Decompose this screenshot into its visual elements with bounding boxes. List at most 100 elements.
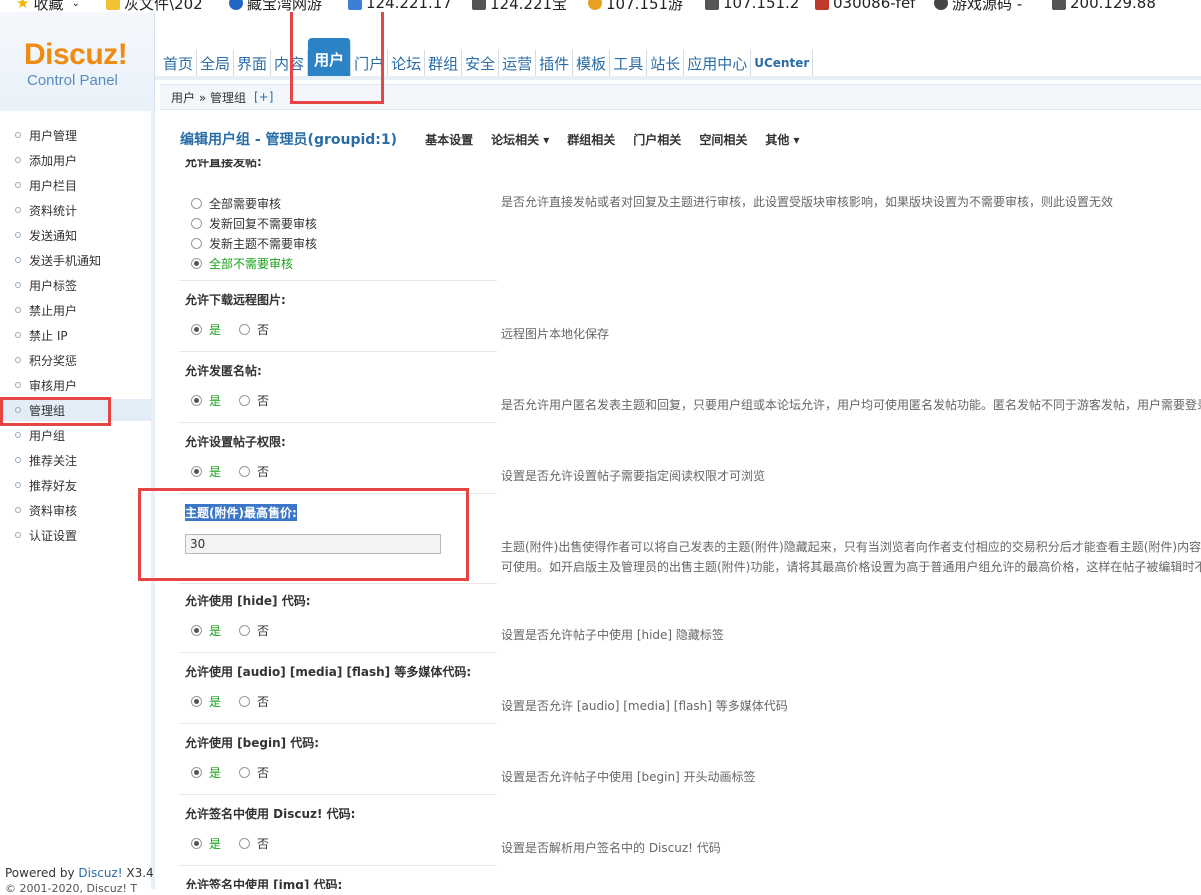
- breadcrumb: 用户 » 管理组 [+]: [160, 84, 1201, 110]
- radio-button-yes[interactable]: [191, 696, 202, 707]
- nav-users[interactable]: 用户: [308, 38, 352, 80]
- radio-button[interactable]: [191, 218, 202, 229]
- radio-button-no[interactable]: [239, 696, 251, 707]
- sidebar-item-credits[interactable]: 积分奖惩: [0, 349, 151, 371]
- sidebar-item-recommend-friends[interactable]: 推荐好友: [0, 474, 151, 496]
- yes-no-group: 是 否: [191, 764, 269, 781]
- radio-button[interactable]: [191, 198, 202, 209]
- setting-label: 允许签名中使用 [img] 代码:: [185, 878, 343, 889]
- setting-label: 主题(附件)最高售价:: [185, 504, 297, 521]
- page-header: 编辑用户组 - 管理员(groupid:1) 基本设置 论坛相关 ▾ 群组相关 …: [180, 129, 818, 149]
- sidebar-item-ban-user[interactable]: 禁止用户: [0, 299, 151, 321]
- sidebar-item-review-users[interactable]: 审核用户: [0, 374, 151, 396]
- setting-description: 是否允许用户匿名发表主题和回复，只要用户组或本论坛允许，用户均可使用匿名发帖功能…: [501, 398, 1201, 412]
- setting-label: 允许使用 [audio] [media] [flash] 等多媒体代码:: [185, 665, 472, 679]
- bookmark-favorites[interactable]: ★ 收藏 ⌄: [16, 0, 80, 12]
- divider: [179, 351, 497, 352]
- discuz-logo[interactable]: Discuz!: [24, 38, 128, 72]
- sidebar-item-user-groups[interactable]: 用户组: [0, 424, 151, 446]
- yes-no-group: 是 否: [191, 392, 269, 409]
- sidebar-item-admin-groups[interactable]: 管理组: [0, 399, 151, 421]
- sidebar-item-recommend-follow[interactable]: 推荐关注: [0, 449, 151, 471]
- logo-area: Discuz! Control Panel: [0, 12, 155, 111]
- sidebar-item-sms-notice[interactable]: 发送手机通知: [0, 249, 151, 271]
- bookmark-item[interactable]: 107.151.2: [705, 0, 799, 12]
- radio-button-no[interactable]: [239, 838, 251, 849]
- bookmark-item[interactable]: 030086-fef: [815, 0, 915, 12]
- add-shortcut-button[interactable]: [+]: [254, 90, 273, 104]
- bookmark-item[interactable]: 107.151游: [588, 0, 683, 12]
- sidebar-item-ban-ip[interactable]: 禁止 IP: [0, 324, 151, 346]
- setting-description: 设置是否允许帖子中使用 [begin] 开头动画标签: [501, 770, 756, 784]
- yes-no-group: 是 否: [191, 835, 269, 852]
- radio-button[interactable]: [191, 238, 202, 249]
- bullet-icon: [15, 282, 21, 288]
- setting-label: 允许使用 [begin] 代码:: [185, 736, 320, 750]
- yes-no-group: 是 否: [191, 463, 269, 480]
- page-icon: [705, 0, 719, 10]
- sidebar-item-send-notice[interactable]: 发送通知: [0, 224, 151, 246]
- page-icon: [1052, 0, 1066, 10]
- bullet-icon: [15, 307, 21, 313]
- site-icon: [348, 0, 362, 10]
- setting-label: 允许下载远程图片:: [185, 293, 286, 307]
- bullet-icon: [15, 532, 21, 538]
- divider: [179, 652, 497, 653]
- radio-button-no[interactable]: [239, 395, 251, 406]
- bullet-icon: [15, 182, 21, 188]
- sidebar-item-profile-review[interactable]: 资料审核: [0, 499, 151, 521]
- bookmark-item[interactable]: 200.129.88: [1052, 0, 1156, 12]
- sidebar-item-user-management[interactable]: 用户管理: [0, 124, 151, 146]
- radio-button-yes[interactable]: [191, 395, 202, 406]
- setting-label: 允许直接发帖:: [185, 159, 262, 169]
- setting-description: 设置是否解析用户签名中的 Discuz! 代码: [501, 841, 721, 855]
- tab-basic[interactable]: 基本设置: [425, 131, 473, 148]
- max-price-input[interactable]: 30: [185, 534, 441, 554]
- divider: [179, 794, 497, 795]
- tab-groups[interactable]: 群组相关: [567, 131, 615, 148]
- setting-label: 允许使用 [hide] 代码:: [185, 594, 311, 608]
- bullet-icon: [15, 432, 21, 438]
- radio-button-yes[interactable]: [191, 324, 202, 335]
- radio-option[interactable]: 发新主题不需要审核: [191, 235, 317, 252]
- tab-forum[interactable]: 论坛相关 ▾: [491, 131, 549, 148]
- setting-description: 设置是否允许 [audio] [media] [flash] 等多媒体代码: [501, 699, 788, 713]
- bookmark-item[interactable]: 124.221.17: [348, 0, 452, 12]
- yes-no-group: 是 否: [191, 321, 269, 338]
- radio-button-yes[interactable]: [191, 838, 202, 849]
- discuz-link[interactable]: Discuz!: [78, 866, 122, 880]
- radio-button-no[interactable]: [239, 324, 251, 335]
- radio-button-yes[interactable]: [191, 767, 202, 778]
- radio-button-yes[interactable]: [191, 625, 202, 636]
- radio-button-no[interactable]: [239, 625, 251, 636]
- radio-option[interactable]: 发新回复不需要审核: [191, 215, 317, 232]
- radio-button[interactable]: [191, 258, 202, 269]
- tab-other[interactable]: 其他 ▾: [765, 131, 799, 148]
- bookmark-item[interactable]: 124.221宝: [472, 0, 567, 12]
- sidebar-item-add-user[interactable]: 添加用户: [0, 149, 151, 171]
- sidebar-item-user-columns[interactable]: 用户栏目: [0, 174, 151, 196]
- tab-portal[interactable]: 门户相关: [633, 131, 681, 148]
- wordpress-icon: [934, 0, 948, 10]
- setting-label: 允许发匿名帖:: [185, 364, 262, 378]
- radio-option[interactable]: 全部需要审核: [191, 195, 281, 212]
- powered-by: Powered by Discuz! X3.4: [5, 866, 154, 880]
- radio-option-selected[interactable]: 全部不需要审核: [191, 255, 293, 272]
- nav-underline: [155, 76, 1201, 80]
- sidebar-item-verification[interactable]: 认证设置: [0, 524, 151, 546]
- radio-button-no[interactable]: [239, 767, 251, 778]
- bullet-icon: [15, 132, 21, 138]
- divider: [179, 583, 497, 584]
- tab-space[interactable]: 空间相关: [699, 131, 747, 148]
- sidebar-item-user-tags[interactable]: 用户标签: [0, 274, 151, 296]
- bookmark-item[interactable]: 灰文件\202: [106, 0, 203, 12]
- bookmark-item[interactable]: 藏宝湾网游: [229, 0, 322, 12]
- setting-description: 设置是否允许设置帖子需要指定阅读权限才可浏览: [501, 469, 766, 483]
- star-icon: ★: [16, 0, 30, 12]
- radio-button-no[interactable]: [239, 466, 251, 477]
- bookmark-item[interactable]: 游戏源码 -: [934, 0, 1022, 12]
- radio-button-yes[interactable]: [191, 466, 202, 477]
- divider: [179, 723, 497, 724]
- bookmarks-bar: ★ 收藏 ⌄ 灰文件\202 藏宝湾网游 124.221.17 124.221宝 …: [0, 0, 1201, 12]
- sidebar-item-profile-stats[interactable]: 资料统计: [0, 199, 151, 221]
